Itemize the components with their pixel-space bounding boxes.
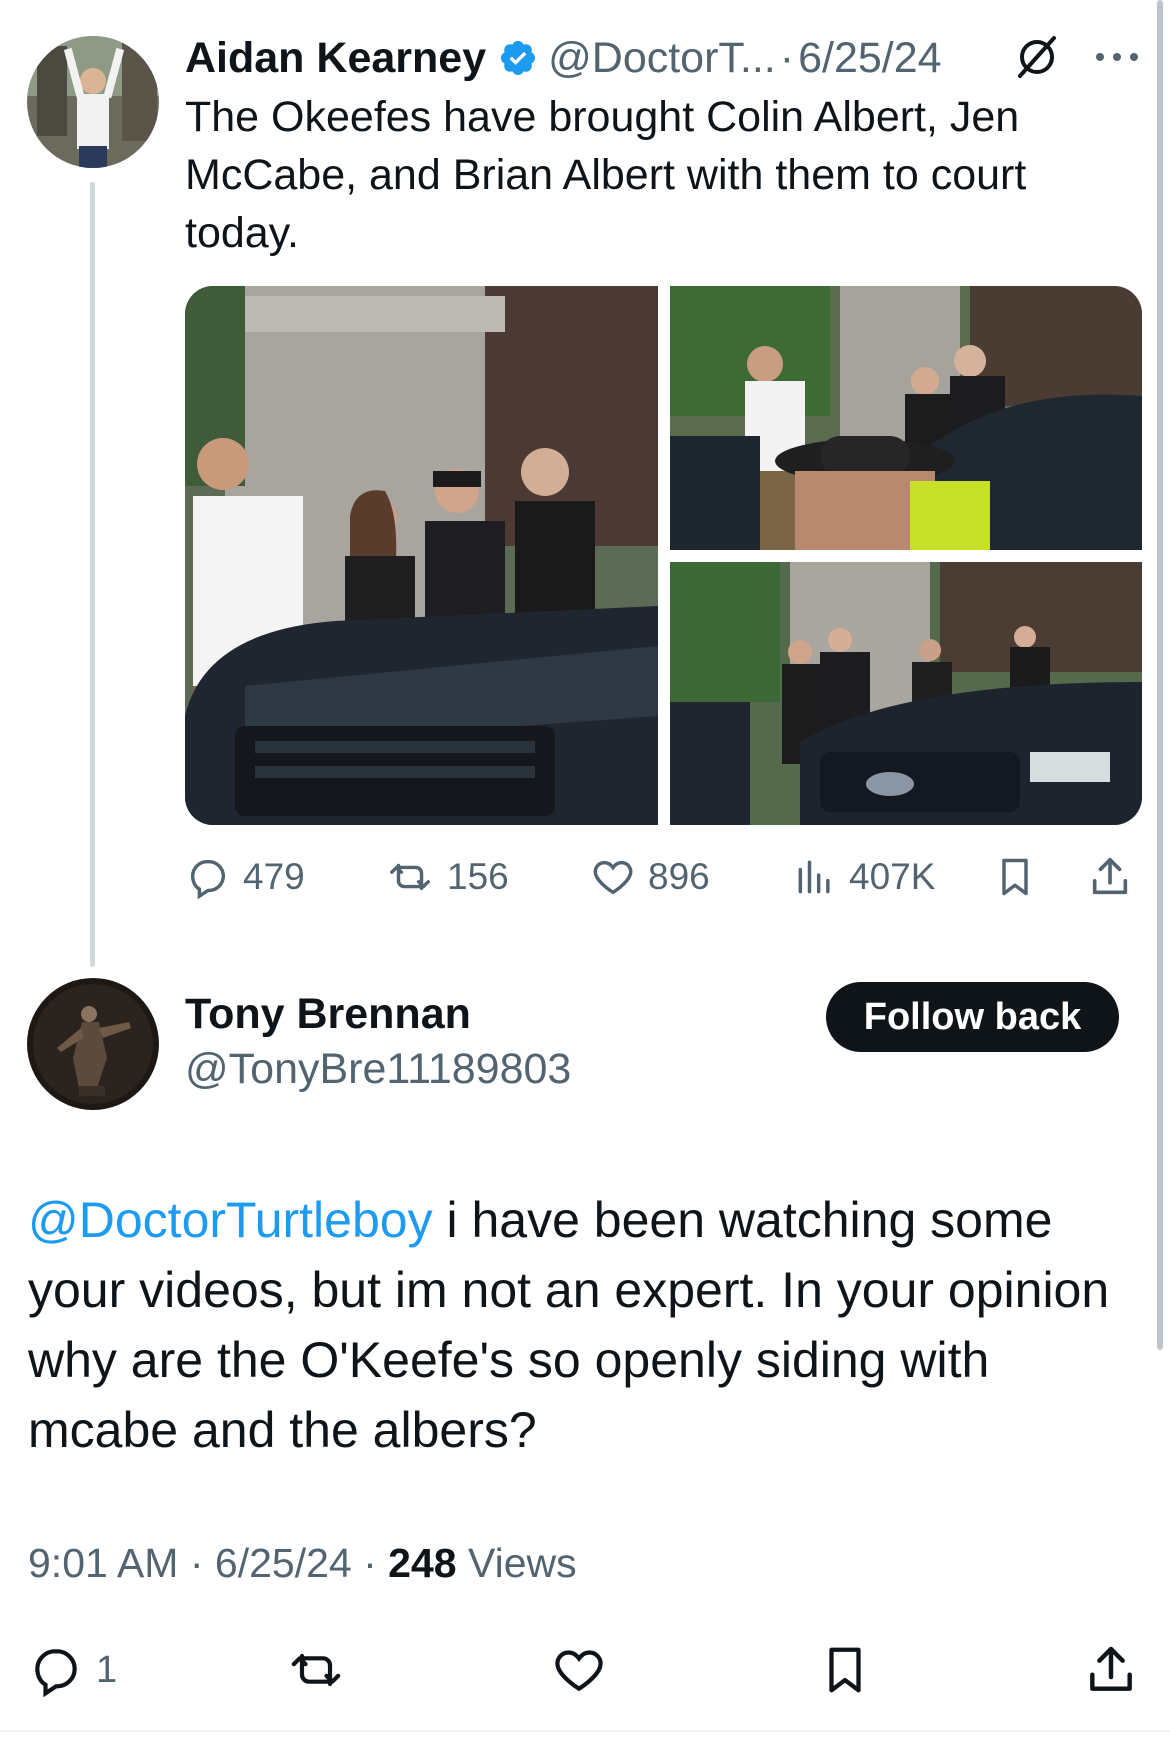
reply-reply-button[interactable]: 1 xyxy=(28,1640,117,1700)
bookmark-button[interactable] xyxy=(993,852,1037,902)
reply-author-name[interactable]: Tony Brennan xyxy=(185,990,471,1039)
header-separator: · xyxy=(779,33,795,82)
share-icon xyxy=(1092,857,1128,895)
meta-separator: · xyxy=(189,1540,204,1586)
tweet-photo-2[interactable] xyxy=(670,286,1142,550)
like-count: 896 xyxy=(648,856,710,897)
reply-share-button[interactable] xyxy=(1083,1640,1139,1700)
tweet-header: Aidan Kearney @DoctorT... · 6/25/24 xyxy=(185,28,942,88)
repost-icon xyxy=(291,1653,341,1687)
reply-reply-count: 1 xyxy=(96,1648,118,1691)
tweet-media-grid xyxy=(185,286,1142,825)
repost-icon xyxy=(390,863,430,891)
like-button[interactable]: 896 xyxy=(590,852,710,902)
like-icon xyxy=(593,860,633,895)
views-icon xyxy=(798,860,830,894)
views-button[interactable]: 407K xyxy=(793,852,935,902)
reply-bookmark-button[interactable] xyxy=(818,1640,872,1700)
share-button[interactable] xyxy=(1087,852,1133,902)
bookmark-icon xyxy=(1002,858,1028,896)
tweet-photo-3[interactable] xyxy=(670,562,1142,825)
repost-button[interactable]: 156 xyxy=(385,852,509,902)
grok-icon[interactable] xyxy=(1012,32,1062,82)
thread-line xyxy=(90,182,95,967)
bookmark-icon xyxy=(829,1647,861,1693)
author-avatar[interactable] xyxy=(27,36,159,168)
scrollbar[interactable] xyxy=(1157,0,1163,1350)
author-name[interactable]: Aidan Kearney xyxy=(185,34,486,83)
like-icon xyxy=(555,1650,603,1692)
reply-button[interactable]: 479 xyxy=(185,852,305,902)
reply-icon xyxy=(190,859,226,900)
meta-separator: · xyxy=(363,1540,377,1586)
reply-author-handle[interactable]: @TonyBre11189803 xyxy=(185,1045,571,1094)
tweet-action-bar: 479 156 896 407K xyxy=(185,852,1145,902)
reply-text: @DoctorTurtleboy i have been watching so… xyxy=(28,1185,1148,1465)
reply-repost-button[interactable] xyxy=(286,1640,346,1700)
reply-views-label[interactable]: Views xyxy=(468,1540,577,1586)
tweet-text: The Okeefes have brought Colin Albert, J… xyxy=(185,93,1027,257)
repost-count: 156 xyxy=(447,856,509,897)
reply-date: 6/25/24 xyxy=(214,1540,352,1586)
reply-meta: 9:01 AM · 6/25/24 · 248 Views xyxy=(28,1540,577,1587)
follow-back-button[interactable]: Follow back xyxy=(826,982,1119,1052)
more-icon[interactable] xyxy=(1092,50,1142,64)
views-count: 407K xyxy=(849,856,936,897)
tweet-date[interactable]: 6/25/24 xyxy=(798,34,941,83)
divider xyxy=(0,1730,1170,1732)
reply-icon xyxy=(35,1649,77,1698)
tweet-photo-1[interactable] xyxy=(185,286,658,825)
reply-like-button[interactable] xyxy=(550,1640,608,1700)
share-icon xyxy=(1090,1646,1132,1691)
reply-action-bar: 1 xyxy=(28,1640,1148,1700)
reply-count: 479 xyxy=(243,856,305,897)
mention-link[interactable]: @DoctorTurtleboy xyxy=(28,1192,433,1248)
reply-time: 9:01 AM xyxy=(28,1540,179,1586)
reply-views-count: 248 xyxy=(388,1540,457,1586)
verified-badge-icon xyxy=(498,38,538,78)
reply-author-avatar[interactable] xyxy=(27,978,159,1110)
author-handle[interactable]: @DoctorT... xyxy=(548,34,776,83)
